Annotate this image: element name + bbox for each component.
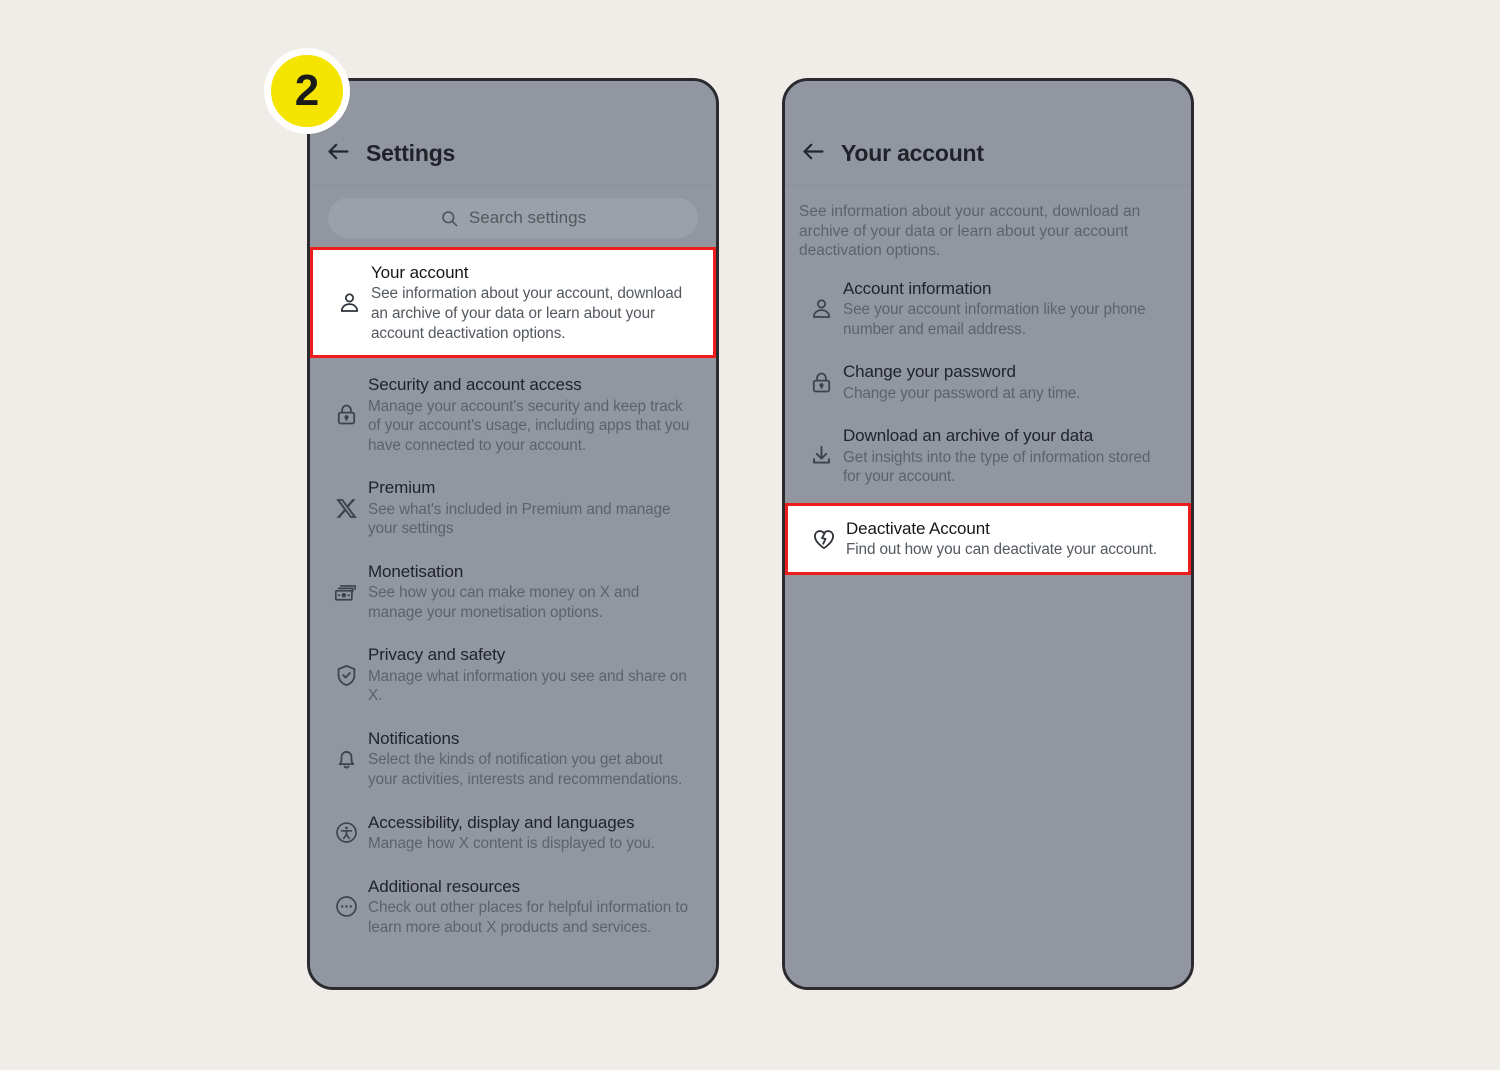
account-item-title: Download an archive of your data bbox=[843, 426, 1094, 446]
phone-mockup-your-account: Your account See information about your … bbox=[782, 78, 1194, 990]
your-account-screen: Your account See information about your … bbox=[785, 81, 1191, 987]
account-item-title: Account information bbox=[843, 278, 992, 298]
settings-item-text: Your account See information about your … bbox=[371, 262, 699, 343]
page-description: See information about your account, down… bbox=[799, 203, 1141, 260]
step-number-badge: 2 bbox=[264, 48, 350, 134]
x-logo-icon bbox=[324, 497, 368, 520]
arrow-left-icon bbox=[800, 138, 827, 165]
account-item-subtitle: Change your password at any time. bbox=[843, 384, 1081, 402]
settings-item-title: Notifications bbox=[368, 728, 460, 748]
account-item-text: Change your password Change your passwor… bbox=[843, 361, 1177, 403]
settings-item-subtitle: Manage how X content is displayed to you… bbox=[368, 834, 655, 852]
settings-appbar: Settings bbox=[310, 81, 716, 186]
download-icon bbox=[799, 443, 843, 468]
settings-item-text: Notifications Select the kinds of notifi… bbox=[368, 728, 702, 790]
arrow-left-icon bbox=[325, 138, 352, 165]
settings-item-title: Privacy and safety bbox=[368, 645, 506, 665]
settings-item-your-account[interactable]: Your account See information about your … bbox=[310, 247, 716, 359]
person-icon bbox=[799, 296, 843, 321]
settings-item-notifications[interactable]: Notifications Select the kinds of notifi… bbox=[310, 717, 716, 801]
account-item-subtitle: See your account information like your p… bbox=[843, 300, 1146, 338]
back-button-your-account[interactable] bbox=[785, 138, 841, 167]
settings-item-subtitle: Select the kinds of notification you get… bbox=[368, 751, 683, 788]
settings-item-title: Premium bbox=[368, 478, 436, 498]
settings-item-text: Additional resources Check out other pla… bbox=[368, 876, 702, 938]
settings-item-security-and-account-access[interactable]: Security and account access Manage your … bbox=[310, 363, 716, 466]
account-item-title: Deactivate Account bbox=[846, 518, 990, 538]
search-input[interactable]: Search settings bbox=[328, 198, 698, 238]
settings-item-subtitle: See what's included in Premium and manag… bbox=[368, 500, 671, 538]
page-title: Settings bbox=[366, 140, 456, 166]
search-icon bbox=[440, 209, 459, 228]
your-account-appbar: Your account bbox=[785, 81, 1191, 186]
settings-item-text: Privacy and safety Manage what informati… bbox=[368, 644, 702, 706]
lock-icon bbox=[799, 370, 843, 395]
account-item-text: Account information See your account inf… bbox=[843, 278, 1177, 340]
settings-item-title: Security and account access bbox=[368, 375, 582, 395]
account-item-text: Deactivate Account Find out how you can … bbox=[846, 518, 1174, 560]
settings-list: Your account See information about your … bbox=[310, 247, 716, 948]
person-icon bbox=[327, 290, 371, 315]
search-container: Search settings bbox=[310, 186, 716, 242]
settings-screen: Settings Search settings Your account Se… bbox=[310, 81, 716, 987]
account-item-download-archive[interactable]: Download an archive of your data Get ins… bbox=[785, 414, 1191, 498]
account-item-text: Download an archive of your data Get ins… bbox=[843, 425, 1177, 487]
settings-item-text: Monetisation See how you can make money … bbox=[368, 561, 702, 623]
accessibility-icon bbox=[324, 820, 368, 845]
settings-item-subtitle: Manage your account's security and keep … bbox=[368, 397, 690, 454]
shield-check-icon bbox=[324, 663, 368, 688]
settings-item-subtitle: Manage what information you see and shar… bbox=[368, 667, 687, 705]
settings-item-subtitle: See how you can make money on X and mana… bbox=[368, 584, 640, 621]
search-placeholder-label: Search settings bbox=[468, 208, 587, 227]
settings-item-subtitle: See information about your account, down… bbox=[371, 285, 683, 342]
page-title: Your account bbox=[841, 140, 984, 166]
account-item-account-information[interactable]: Account information See your account inf… bbox=[785, 267, 1191, 351]
settings-item-privacy-and-safety[interactable]: Privacy and safety Manage what informati… bbox=[310, 633, 716, 717]
settings-item-monetisation[interactable]: Monetisation See how you can make money … bbox=[310, 550, 716, 634]
account-item-title: Change your password bbox=[843, 362, 1016, 382]
settings-item-text: Accessibility, display and languages Man… bbox=[368, 812, 702, 854]
settings-item-subtitle: Check out other places for helpful infor… bbox=[368, 898, 688, 936]
back-button-settings[interactable] bbox=[310, 138, 366, 167]
settings-item-accessibility-display-and-languages[interactable]: Accessibility, display and languages Man… bbox=[310, 801, 716, 865]
settings-item-title: Your account bbox=[371, 263, 469, 282]
settings-item-text: Security and account access Manage your … bbox=[368, 374, 702, 455]
settings-item-premium[interactable]: Premium See what's included in Premium a… bbox=[310, 466, 716, 550]
phone-mockup-settings: Settings Search settings Your account Se… bbox=[307, 78, 719, 990]
account-item-deactivate-account[interactable]: Deactivate Account Find out how you can … bbox=[785, 502, 1191, 575]
your-account-list: Account information See your account inf… bbox=[785, 267, 1191, 575]
step-number-label: 2 bbox=[294, 66, 320, 115]
account-item-subtitle: Get insights into the type of informatio… bbox=[843, 448, 1151, 486]
bell-icon bbox=[324, 746, 368, 771]
settings-item-additional-resources[interactable]: Additional resources Check out other pla… bbox=[310, 865, 716, 949]
account-item-change-your-password[interactable]: Change your password Change your passwor… bbox=[785, 350, 1191, 414]
settings-item-title: Monetisation bbox=[368, 561, 464, 581]
money-icon bbox=[324, 579, 368, 605]
settings-item-title: Accessibility, display and languages bbox=[368, 812, 635, 832]
lock-icon bbox=[324, 402, 368, 427]
broken-heart-icon bbox=[802, 526, 846, 552]
account-item-subtitle: Find out how you can deactivate your acc… bbox=[846, 541, 1157, 559]
settings-item-title: Additional resources bbox=[368, 876, 521, 896]
settings-item-text: Premium See what's included in Premium a… bbox=[368, 477, 702, 539]
ellipsis-circle-icon bbox=[324, 894, 368, 919]
